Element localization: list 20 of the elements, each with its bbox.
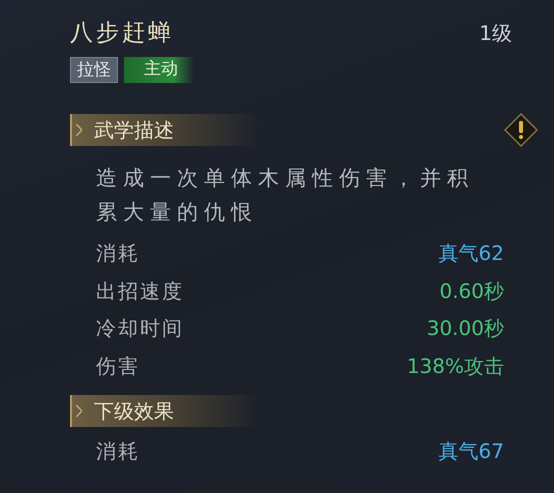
stat-value: 30.00秒 [426, 315, 504, 342]
skill-name: 八步赶蝉 [70, 19, 174, 48]
skill-description: 造成一次单体木属性伤害，并积累大量的仇恨 [95, 164, 475, 226]
stat-label: 冷却时间 [96, 315, 184, 342]
stat-value: 真气67 [438, 438, 504, 466]
section-title: 下级效果 [94, 398, 174, 424]
stat-label: 伤害 [96, 352, 140, 380]
section-title: 武学描述 [94, 116, 174, 144]
tag: 主动 [124, 56, 194, 82]
chevron-icon [76, 124, 82, 136]
skill-level: 1级 [479, 20, 512, 48]
tag: 拉怪 [70, 56, 118, 82]
stat-value: 0.60秒 [439, 278, 504, 305]
exclamation-icon[interactable] [504, 112, 538, 146]
stat-label: 出招速度 [96, 278, 184, 305]
stat-value: 真气62 [438, 240, 504, 268]
stat-label: 消耗 [96, 240, 140, 268]
stat-value: 138%攻击 [406, 352, 504, 380]
chevron-icon [76, 404, 82, 416]
stat-label: 消耗 [96, 438, 140, 466]
